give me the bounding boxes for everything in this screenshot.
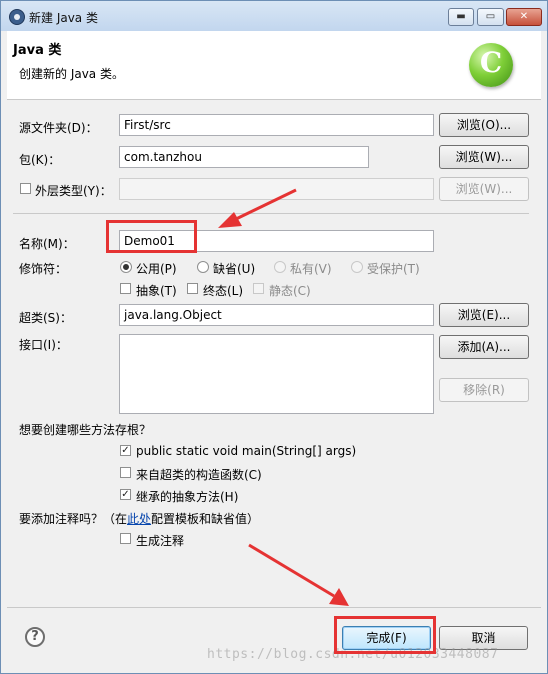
- arrow-head-finish: [329, 588, 349, 606]
- arrow-to-name: [233, 188, 297, 222]
- annotation-arrows: [218, 188, 349, 606]
- arrow-head-name: [218, 212, 242, 228]
- arrow-to-finish: [248, 543, 335, 598]
